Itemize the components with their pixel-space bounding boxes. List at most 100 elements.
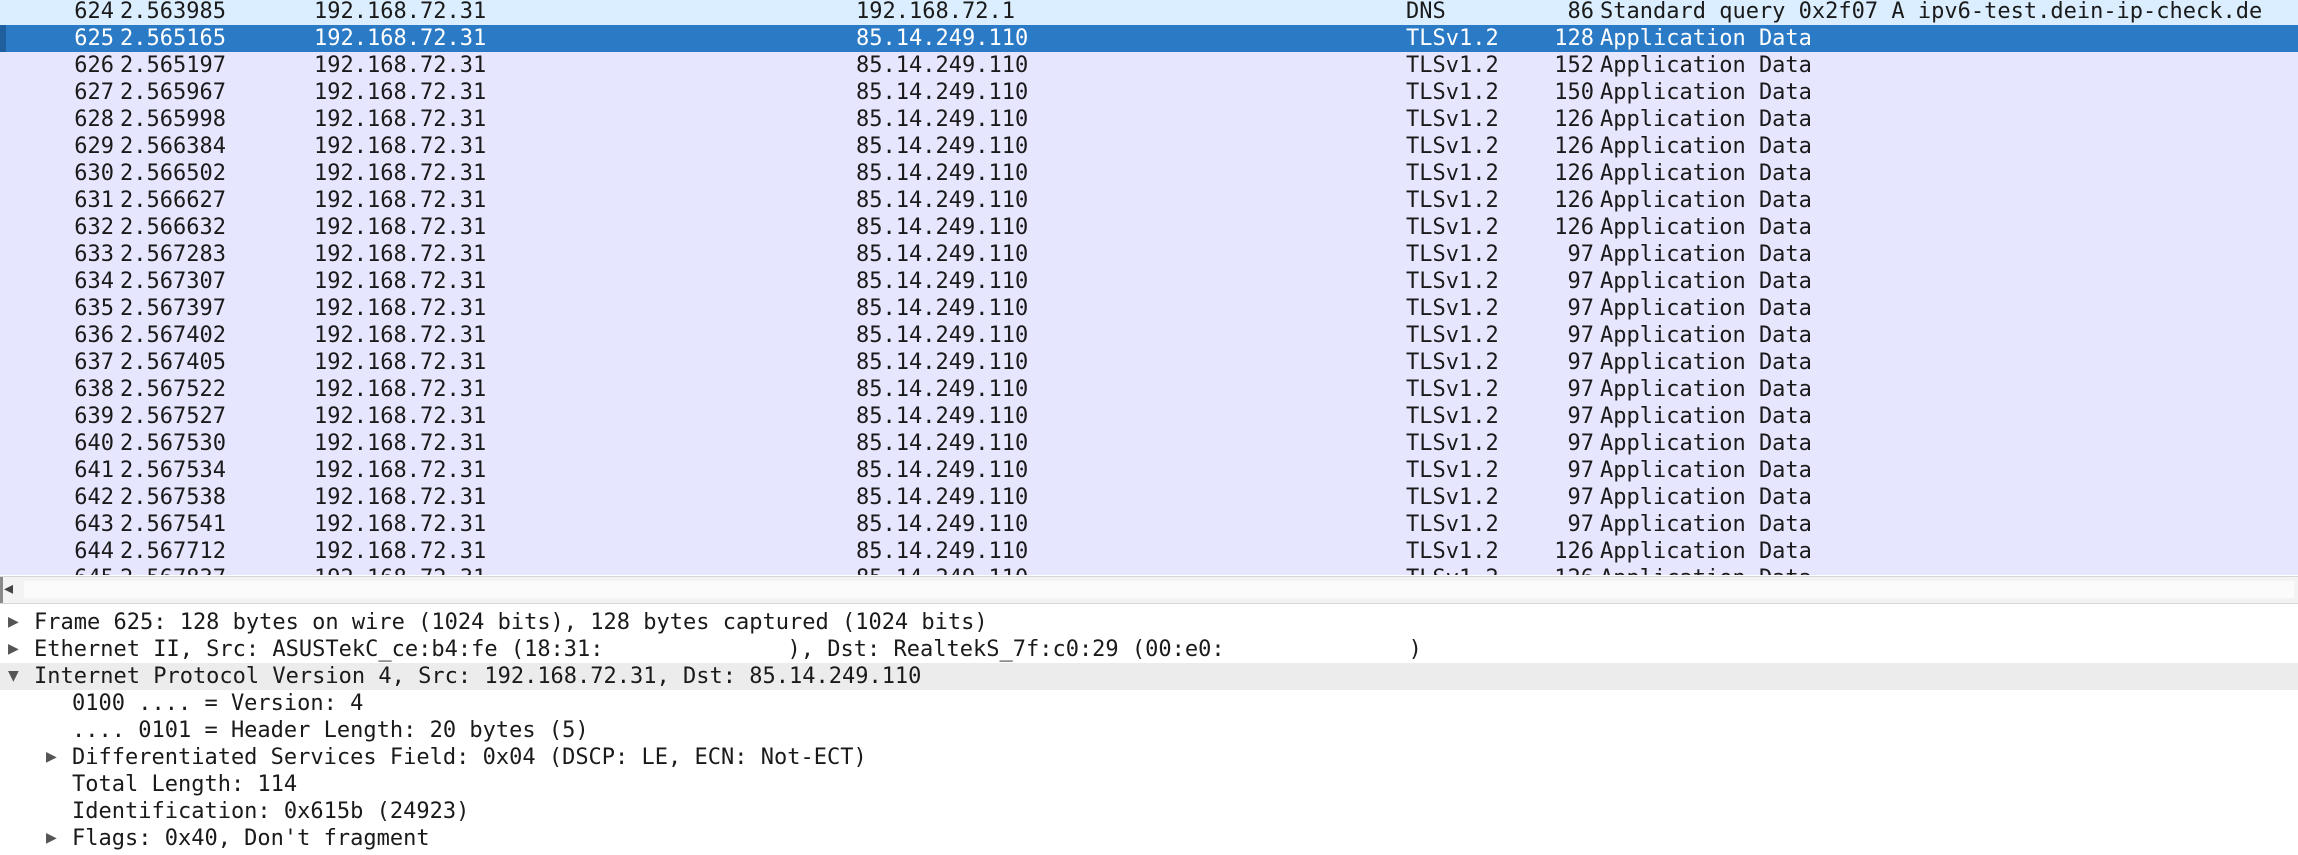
packet-details-pane[interactable]: ▶ Frame 625: 128 bytes on wire (1024 bit…: [0, 609, 2298, 855]
col-info: Application Data: [1600, 296, 1812, 321]
col-source: 192.168.72.31: [314, 80, 487, 105]
col-no: 631: [74, 188, 114, 213]
col-no: 628: [74, 107, 114, 132]
col-time: 2.567527: [120, 404, 226, 429]
detail-row-version[interactable]: 0100 .... = Version: 4: [0, 690, 2298, 717]
col-source: 192.168.72.31: [314, 404, 487, 429]
scroll-left-arrow-icon[interactable]: ◂: [4, 578, 13, 599]
col-info: Application Data: [1600, 512, 1812, 537]
col-info: Application Data: [1600, 565, 1812, 575]
ethernet-close-paren: ): [1408, 637, 1422, 662]
packet-row-636[interactable]: 636 2.567402 192.168.72.31 85.14.249.110 TLS…: [0, 322, 2298, 349]
col-protocol: TLSv1.2: [1406, 431, 1499, 456]
packet-row-630[interactable]: 630 2.566502 192.168.72.31 85.14.249.110 TLS…: [0, 160, 2298, 187]
packet-row-631[interactable]: 631 2.566627 192.168.72.31 85.14.249.110 TLS…: [0, 187, 2298, 214]
packet-row-626[interactable]: 626 2.565197 192.168.72.31 85.14.249.110 TLS…: [0, 52, 2298, 79]
col-no: 632: [74, 215, 114, 240]
packet-row-644[interactable]: 644 2.567712 192.168.72.31 85.14.249.110 TLS…: [0, 538, 2298, 565]
detail-row-frame[interactable]: ▶ Frame 625: 128 bytes on wire (1024 bit…: [0, 609, 2298, 636]
col-length: 97: [1567, 404, 1595, 429]
col-no: 642: [74, 485, 114, 510]
col-length: 152: [1554, 53, 1594, 78]
collapse-triangle-icon[interactable]: ▼: [8, 663, 22, 690]
col-source: 192.168.72.31: [314, 215, 487, 240]
col-time: 2.566502: [120, 161, 226, 186]
col-time: 2.567397: [120, 296, 226, 321]
detail-identification-text: Identification: 0x615b (24923): [72, 799, 470, 824]
col-length: 126: [1554, 134, 1594, 159]
col-destination: 85.14.249.110: [856, 565, 1028, 575]
col-info: Application Data: [1600, 350, 1812, 375]
packet-row-629[interactable]: 629 2.566384 192.168.72.31 85.14.249.110 TLS…: [0, 133, 2298, 160]
col-info: Application Data: [1600, 188, 1812, 213]
col-protocol: TLSv1.2: [1406, 377, 1499, 402]
col-no: 626: [74, 53, 114, 78]
expand-triangle-icon[interactable]: ▶: [8, 636, 22, 663]
col-time: 2.567530: [120, 431, 226, 456]
detail-row-identification[interactable]: Identification: 0x615b (24923): [0, 798, 2298, 825]
col-destination: 85.14.249.110: [856, 350, 1029, 375]
packet-row-638[interactable]: 638 2.567522 192.168.72.31 85.14.249.110 TLS…: [0, 376, 2298, 403]
col-time: 2.567538: [120, 485, 226, 510]
col-destination: 85.14.249.110: [856, 215, 1029, 240]
col-no: 630: [74, 161, 114, 186]
packet-row-641[interactable]: 641 2.567534 192.168.72.31 85.14.249.110 TLS…: [0, 457, 2298, 484]
detail-row-total-length[interactable]: Total Length: 114: [0, 771, 2298, 798]
packet-row-640[interactable]: 640 2.567530 192.168.72.31 85.14.249.110 TLS…: [0, 430, 2298, 457]
packet-row-627[interactable]: 627 2.565967 192.168.72.31 85.14.249.110 TLS…: [0, 79, 2298, 106]
col-protocol: TLSv1.2: [1406, 107, 1499, 132]
packet-row-643[interactable]: 643 2.567541 192.168.72.31 85.14.249.110 TLS…: [0, 511, 2298, 538]
packet-list[interactable]: 624 2.563985 192.168.72.31 192.168.72.1 DNS 8…: [0, 0, 2298, 575]
expand-triangle-icon[interactable]: ▶: [46, 825, 60, 852]
col-length: 126: [1554, 188, 1594, 213]
col-source: 192.168.72.31: [314, 161, 487, 186]
col-source: 192.168.72.31: [314, 539, 487, 564]
col-destination: 85.14.249.110: [856, 539, 1029, 564]
packet-row-625[interactable]: 625 2.565165 192.168.72.31 85.14.249.110 TLS…: [0, 25, 2298, 52]
packet-row-633[interactable]: 633 2.567283 192.168.72.31 85.14.249.110 TLS…: [0, 241, 2298, 268]
col-length: 126: [1554, 107, 1594, 132]
col-destination: 85.14.249.110: [856, 431, 1029, 456]
packet-row-637[interactable]: 637 2.567405 192.168.72.31 85.14.249.110 TLS…: [0, 349, 2298, 376]
col-length: 97: [1567, 323, 1595, 348]
col-source: 192.168.72.31: [314, 565, 486, 575]
detail-row-dsfield[interactable]: ▶ Differentiated Services Field: 0x04 (D…: [0, 744, 2298, 771]
col-length: 97: [1567, 485, 1595, 510]
col-protocol: TLSv1.2: [1406, 485, 1499, 510]
detail-dsfield-text: Differentiated Services Field: 0x04 (DSC…: [72, 745, 867, 770]
col-protocol: TLSv1.2: [1406, 188, 1499, 213]
col-source: 192.168.72.31: [314, 26, 487, 51]
col-protocol: TLSv1.2: [1406, 458, 1499, 483]
col-protocol: TLSv1.2: [1406, 404, 1499, 429]
detail-row-flags[interactable]: ▶ Flags: 0x40, Don't fragment: [0, 825, 2298, 852]
col-source: 192.168.72.31: [314, 0, 487, 24]
detail-row-ethernet[interactable]: ▶ Ethernet II, Src: ASUSTekC_ce:b4:fe (1…: [0, 636, 2298, 663]
packet-row-642[interactable]: 642 2.567538 192.168.72.31 85.14.249.110 TLS…: [0, 484, 2298, 511]
col-source: 192.168.72.31: [314, 458, 487, 483]
col-length: 126: [1554, 215, 1594, 240]
packet-row-639[interactable]: 639 2.567527 192.168.72.31 85.14.249.110 TLS…: [0, 403, 2298, 430]
detail-row-ip[interactable]: ▼ Internet Protocol Version 4, Src: 192.…: [0, 663, 2298, 690]
scrollbar-edge: [0, 577, 3, 603]
packet-row-645[interactable]: 645 2.567837 192.168.72.31 85.14.249.110 TLS…: [0, 565, 2298, 575]
packet-row-635[interactable]: 635 2.567397 192.168.72.31 85.14.249.110 TLS…: [0, 295, 2298, 322]
col-no: 644: [74, 539, 114, 564]
detail-row-header-length[interactable]: .... 0101 = Header Length: 20 bytes (5): [0, 717, 2298, 744]
col-protocol: TLSv1.2: [1406, 161, 1499, 186]
col-no: 640: [74, 431, 114, 456]
horizontal-scrollbar[interactable]: ◂: [0, 576, 2298, 604]
col-source: 192.168.72.31: [314, 377, 487, 402]
packet-row-634[interactable]: 634 2.567307 192.168.72.31 85.14.249.110 TLS…: [0, 268, 2298, 295]
col-info: Application Data: [1600, 431, 1812, 456]
packet-row-632[interactable]: 632 2.566632 192.168.72.31 85.14.249.110 TLS…: [0, 214, 2298, 241]
detail-total-length-text: Total Length: 114: [72, 772, 298, 797]
packet-row-628[interactable]: 628 2.565998 192.168.72.31 85.14.249.110 TLS…: [0, 106, 2298, 133]
expand-triangle-icon[interactable]: ▶: [8, 609, 22, 636]
expand-triangle-icon[interactable]: ▶: [46, 744, 60, 771]
packet-row-624[interactable]: 624 2.563985 192.168.72.31 192.168.72.1 DNS 8…: [0, 0, 2298, 25]
col-destination: 85.14.249.110: [856, 323, 1029, 348]
col-no: 639: [74, 404, 114, 429]
scrollbar-thumb[interactable]: [24, 581, 2294, 598]
col-source: 192.168.72.31: [314, 485, 487, 510]
col-time: 2.565967: [120, 80, 226, 105]
